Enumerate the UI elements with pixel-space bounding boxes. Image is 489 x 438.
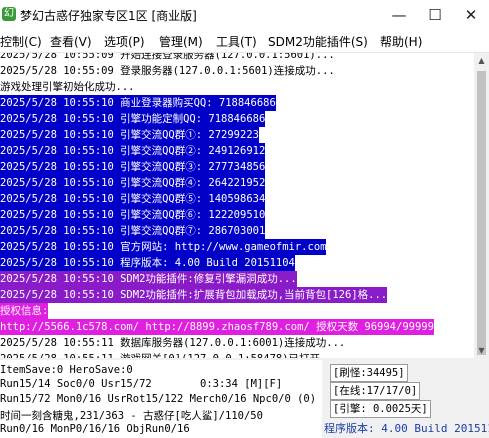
menu-help[interactable]: 帮助(H)	[380, 33, 422, 50]
scroll-thumb[interactable]	[477, 71, 486, 355]
scroll-up-icon[interactable]: ▲	[474, 53, 489, 68]
log-line: 游戏处理引擎初始化成功...	[0, 81, 135, 93]
log-line: 2025/5/28 10:55:09 登录服务器(127.0.0.1:5601)…	[0, 65, 335, 77]
log-line: 2025/5/28 10:55:10 程序版本: 4.00 Build 2015…	[0, 255, 295, 271]
log-line: 2025/5/28 10:55:11 游戏网关[0](127.0.0.1:584…	[0, 351, 339, 358]
log-line: http://5566.1c578.com/ http://8899.zhaos…	[0, 319, 434, 335]
version-label: 程序版本: 4.00 Build 20151104	[324, 422, 489, 435]
title-bar: 幻 梦幻古惑仔独家专区1区 [商业版] — ☐ ✕	[0, 0, 489, 30]
minimize-button[interactable]: —	[381, 0, 417, 30]
log-line: 2025/5/28 10:55:10 引擎交流QQ群⑦: 286703001	[0, 223, 266, 239]
log-line: 2025/5/28 10:55:10 引擎功能定制QQ: 718846686	[0, 111, 266, 127]
log-line: 2025/5/28 10:55:10 引擎交流QQ群⑥: 122209510	[0, 207, 266, 223]
menu-options[interactable]: 选项(P)	[104, 33, 145, 50]
status-line-objects: Run0/16 MonP0/16/16 ObjRun0/16	[0, 423, 190, 435]
menu-manage[interactable]: 管理(M)	[159, 33, 203, 50]
status-time: 0:3:34 [M][F]	[200, 378, 283, 390]
scroll-down-icon[interactable]: ▼	[474, 343, 489, 358]
refresh-counter: [刷怪:34495]	[330, 364, 408, 382]
window-title: 梦幻古惑仔独家专区1区 [商业版]	[20, 9, 197, 23]
status-line-save: ItemSave:0 HeroSave:0	[0, 364, 133, 376]
log-line: 2025/5/28 10:55:10 引擎交流QQ群④: 264221952	[0, 175, 266, 191]
log-line: 2025/5/28 10:55:11 数据库服务器(127.0.0.1:6001…	[0, 337, 346, 349]
status-line-monsters: Run15/72 Mon0/16 UsrRot15/122 Merch0/16 …	[0, 393, 317, 405]
menu-view[interactable]: 查看(V)	[50, 33, 92, 50]
status-line-run: Run15/14 Soc0/0 Usr15/72	[0, 378, 152, 390]
status-line-player: 时间一刻含糖鬼,231/363 - 古惑仔[吃人鲨]/110/50	[0, 410, 263, 422]
status-panel: ItemSave:0 HeroSave:0 Run15/14 Soc0/0 Us…	[0, 360, 322, 438]
online-counter: [在线:17/17/0]	[330, 382, 421, 400]
close-button[interactable]: ✕	[453, 0, 489, 30]
log-line: 授权信息:	[0, 303, 49, 319]
log-panel[interactable]: 2025/5/28 10:55:09 开始连接登录服务器(127.0.0.1:5…	[0, 53, 474, 358]
log-scrollbar[interactable]: ▲ ▼	[474, 53, 489, 358]
menu-control[interactable]: 控制(C)	[0, 33, 42, 50]
game-icon: 幻	[2, 7, 16, 21]
log-line: 2025/5/28 10:55:10 SDM2功能插件:扩展背包加载成功,当前背…	[0, 287, 388, 303]
log-line: 2025/5/28 10:55:10 商业登录器购买QQ: 718846686	[0, 95, 276, 111]
status-counters: [刷怪:34495] [在线:17/17/0] [引擎: 0.0025天] 程序…	[324, 360, 489, 438]
log-line: 2025/5/28 10:55:09 开始连接登录服务器(127.0.0.1:5…	[0, 53, 335, 61]
engine-days: [引擎: 0.0025天]	[330, 400, 431, 418]
log-line: 2025/5/28 10:55:10 引擎交流QQ群②: 249126912	[0, 143, 266, 159]
menu-tools[interactable]: 工具(T)	[216, 33, 257, 50]
log-line: 2025/5/28 10:55:10 SDM2功能插件:修复引擎漏洞成功...	[0, 271, 297, 287]
log-line: 2025/5/28 10:55:10 引擎交流QQ群③: 277734856	[0, 159, 266, 175]
log-line: 2025/5/28 10:55:10 引擎交流QQ群⑤: 140598634	[0, 191, 266, 207]
maximize-button[interactable]: ☐	[417, 0, 453, 30]
log-line: 2025/5/28 10:55:10 引擎交流QQ群①: 27299223	[0, 127, 259, 143]
log-line: 2025/5/28 10:55:10 官方网站: http://www.game…	[0, 239, 327, 255]
menu-bar: 控制(C) 查看(V) 选项(P) 管理(M) 工具(T) SDM2功能插件(S…	[0, 30, 489, 53]
menu-sdm2-plugin[interactable]: SDM2功能插件(S)	[268, 33, 368, 50]
